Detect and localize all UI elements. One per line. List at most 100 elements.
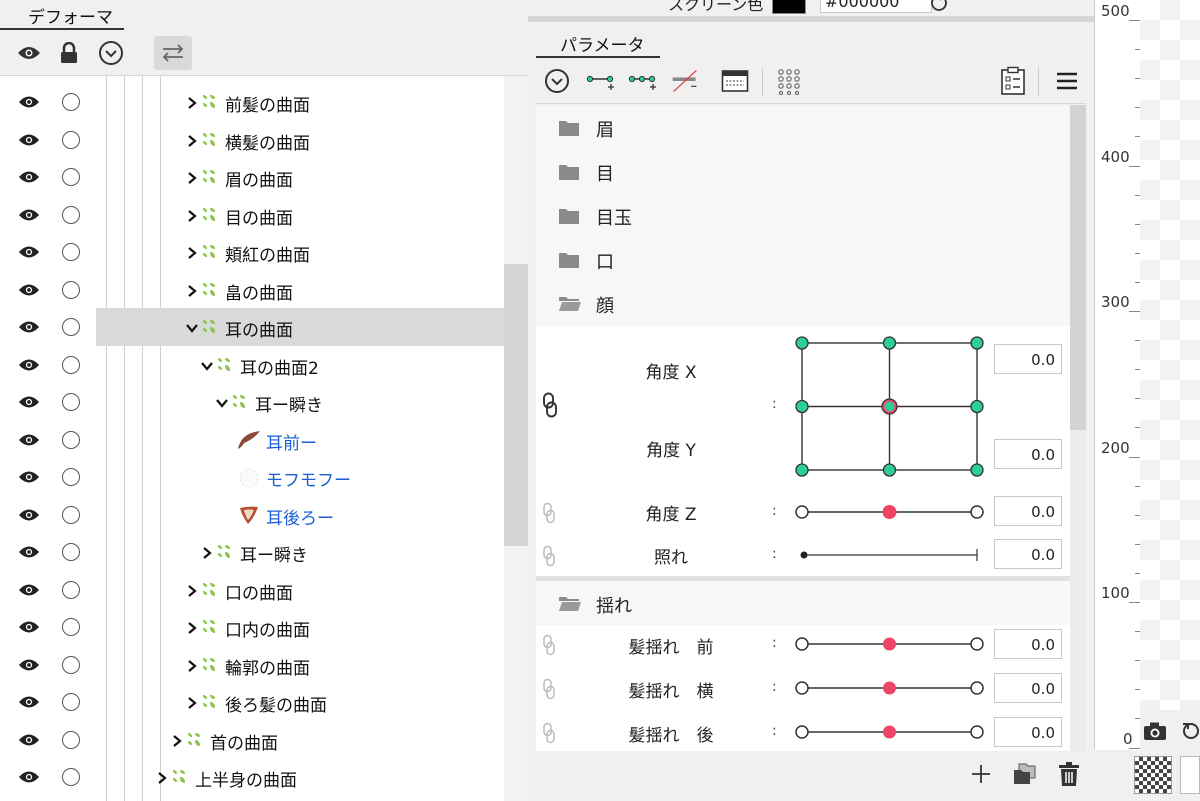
tree-row[interactable]: 輪郭の曲面 xyxy=(0,646,504,684)
chevron-right-icon[interactable] xyxy=(170,733,184,747)
trash-icon[interactable] xyxy=(1054,759,1084,789)
tree-row[interactable]: 眉の曲面 xyxy=(0,158,504,196)
lock-radio[interactable] xyxy=(62,243,80,261)
link-icon[interactable] xyxy=(542,678,556,700)
visibility-eye-icon[interactable] xyxy=(18,319,40,335)
tab-deformer[interactable]: デフォーマ xyxy=(28,3,113,28)
chevron-right-icon[interactable] xyxy=(185,283,199,297)
tree-row[interactable]: 目の曲面 xyxy=(0,196,504,234)
lock-radio[interactable] xyxy=(62,580,80,599)
angle-x-value[interactable]: 0.0 xyxy=(994,344,1062,374)
refresh-camera-icon[interactable] xyxy=(1176,716,1200,746)
hamburger-menu-icon[interactable] xyxy=(1052,66,1082,96)
tab-parameter[interactable]: パラメータ xyxy=(560,31,645,56)
visibility-eye-icon[interactable] xyxy=(18,244,40,260)
visibility-eye-icon[interactable] xyxy=(18,732,40,748)
link-icon[interactable] xyxy=(542,722,556,744)
link-icon[interactable] xyxy=(542,634,556,656)
angle-z-slider[interactable] xyxy=(794,500,984,524)
chevron-down-icon[interactable] xyxy=(200,358,214,372)
visibility-eye-icon[interactable] xyxy=(18,582,40,598)
add-icon[interactable] xyxy=(966,759,996,789)
lock-radio[interactable] xyxy=(62,393,80,411)
add-key-icon[interactable] xyxy=(586,66,616,96)
visibility-eye-icon[interactable] xyxy=(18,394,40,410)
tree-row[interactable]: 前髪の曲面 xyxy=(0,83,504,121)
tree-row[interactable]: 耳の曲面2 xyxy=(0,346,504,384)
folder-row[interactable]: 目 xyxy=(536,149,1070,193)
screen-color-swatch[interactable] xyxy=(772,0,806,14)
visibility-eye-icon[interactable] xyxy=(18,94,40,110)
chevron-down-icon[interactable] xyxy=(215,395,229,409)
visibility-eye-icon[interactable] xyxy=(18,694,40,710)
reset-icon[interactable] xyxy=(930,0,950,16)
parameter-scrollbar-thumb[interactable] xyxy=(1070,105,1086,430)
chevron-right-icon[interactable] xyxy=(185,583,199,597)
link-icon[interactable] xyxy=(542,545,556,567)
tree-row[interactable]: 上半身の曲面 xyxy=(0,758,504,796)
tree-row[interactable]: 頬紅の曲面 xyxy=(0,233,504,271)
sway-param-value[interactable]: 0.0 xyxy=(994,629,1062,659)
chevron-down-circle-icon[interactable] xyxy=(542,66,572,96)
add-three-keys-icon[interactable] xyxy=(628,66,658,96)
folder-row[interactable]: 口 xyxy=(536,237,1070,281)
grid-dots-icon[interactable] xyxy=(774,66,804,96)
tree-row[interactable]: 後ろ髪の曲面 xyxy=(0,683,504,721)
chevron-right-icon[interactable] xyxy=(185,133,199,147)
chevron-right-icon[interactable] xyxy=(185,245,199,259)
swap-icon[interactable] xyxy=(154,36,192,70)
folder-row-sway[interactable]: 揺れ xyxy=(536,581,1070,625)
chevron-right-icon[interactable] xyxy=(155,770,169,784)
lock-radio[interactable] xyxy=(62,655,80,674)
link-icon[interactable] xyxy=(542,502,556,524)
lock-radio[interactable] xyxy=(62,280,80,299)
folder-row[interactable]: 眉 xyxy=(536,105,1070,149)
tree-row[interactable]: 首の曲面 xyxy=(0,721,504,759)
sway-param-value[interactable]: 0.0 xyxy=(994,717,1062,747)
blush-value[interactable]: 0.0 xyxy=(994,539,1062,569)
sway-slider[interactable] xyxy=(794,632,984,660)
transparency-toggle[interactable] xyxy=(1134,756,1172,794)
chevron-right-icon[interactable] xyxy=(185,658,199,672)
folder-row[interactable]: 目玉 xyxy=(536,193,1070,237)
tree-row[interactable]: 耳後ろー xyxy=(0,496,504,534)
tree-row[interactable]: 畠の曲面 xyxy=(0,271,504,309)
lock-radio[interactable] xyxy=(62,693,80,711)
tree-row[interactable]: 口内の曲面 xyxy=(0,608,504,646)
visibility-eye-icon[interactable] xyxy=(18,619,40,635)
lock-radio[interactable] xyxy=(62,768,80,786)
camera-icon[interactable] xyxy=(1140,716,1170,746)
visibility-eye-icon[interactable] xyxy=(18,207,40,223)
chevron-right-icon[interactable] xyxy=(185,695,199,709)
visibility-eye-icon[interactable] xyxy=(18,769,40,785)
visibility-eye-icon[interactable] xyxy=(18,357,40,373)
lock-radio[interactable] xyxy=(62,93,80,111)
canvas-view[interactable] xyxy=(1140,0,1200,710)
chevron-down-circle-icon[interactable] xyxy=(96,38,126,68)
tree-row[interactable]: モフモフー xyxy=(0,458,504,496)
window-icon[interactable] xyxy=(720,66,750,96)
chevron-right-icon[interactable] xyxy=(185,208,199,222)
angle-y-value[interactable]: 0.0 xyxy=(994,439,1062,469)
chevron-right-icon[interactable] xyxy=(185,170,199,184)
chevron-down-icon[interactable] xyxy=(185,320,199,334)
tree-scrollbar-thumb[interactable] xyxy=(504,264,528,546)
lock-radio[interactable] xyxy=(62,505,80,524)
clipboard-list-icon[interactable] xyxy=(998,66,1028,96)
angle-z-value[interactable]: 0.0 xyxy=(994,496,1062,526)
tree-row[interactable]: 耳前ー xyxy=(0,421,504,459)
visibility-eye-icon[interactable] xyxy=(18,432,40,448)
angle-xy-grid[interactable] xyxy=(794,334,984,480)
chevron-right-icon[interactable] xyxy=(185,95,199,109)
tree-row[interactable]: 耳ー瞬き xyxy=(0,383,504,421)
folder-row[interactable]: 顔 xyxy=(536,281,1070,325)
lock-radio[interactable] xyxy=(62,355,80,374)
screen-color-input[interactable]: #000000 xyxy=(820,0,932,13)
chevron-right-icon[interactable] xyxy=(185,620,199,634)
visibility-eye-icon[interactable] xyxy=(18,169,40,185)
eye-icon[interactable] xyxy=(14,38,44,68)
lock-radio[interactable] xyxy=(62,168,80,186)
visibility-eye-icon[interactable] xyxy=(18,507,40,523)
sway-slider[interactable] xyxy=(794,676,984,704)
lock-radio[interactable] xyxy=(62,205,80,224)
